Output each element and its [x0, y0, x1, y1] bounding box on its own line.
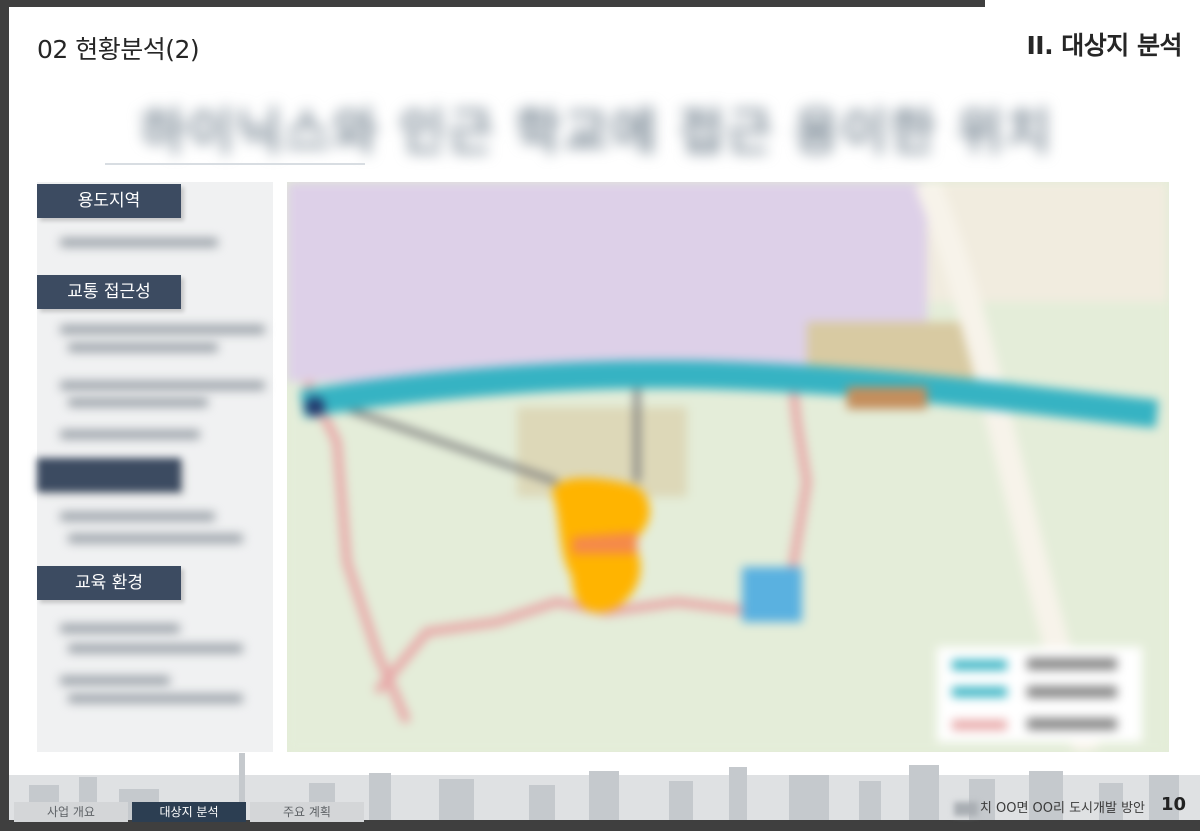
headline-underline [105, 163, 365, 165]
redacted-text [60, 624, 180, 633]
redacted-text [68, 534, 243, 543]
map-graphic [287, 182, 1169, 752]
tab-site-analysis[interactable]: 대상지 분석 [132, 802, 246, 822]
redacted-text [60, 430, 200, 439]
tag-redacted [37, 458, 181, 492]
redacted-text [60, 325, 265, 334]
redacted-text [953, 801, 978, 816]
left-frame-bar [0, 0, 9, 831]
redacted-text [60, 238, 218, 247]
tag-transport-access: 교통 접근성 [37, 275, 181, 309]
location-map [287, 182, 1169, 752]
redacted-text [60, 512, 215, 521]
redacted-text [68, 694, 243, 703]
redacted-text [68, 343, 218, 352]
top-frame-bar [0, 0, 985, 7]
redacted-text [68, 644, 243, 653]
slide-headline: 하이닉스와 인근 학교에 접근 용이한 위치 [140, 103, 1054, 161]
section-title: II. 대상지 분석 [1026, 31, 1182, 60]
page-title: 02 현황분석(2) [37, 35, 200, 64]
tag-education: 교육 환경 [37, 566, 181, 600]
tab-main-plan[interactable]: 주요 계획 [250, 802, 364, 822]
redacted-text [60, 381, 265, 390]
project-label: 치 OO면 OO리 도시개발 방안 [953, 797, 1145, 816]
tag-land-use: 용도지역 [37, 184, 181, 218]
redacted-text [60, 676, 170, 685]
redacted-text [68, 398, 208, 407]
tab-project-overview[interactable]: 사업 개요 [14, 802, 128, 822]
page-number: 10 [1160, 794, 1186, 815]
project-label-text: 치 OO면 OO리 도시개발 방안 [979, 801, 1145, 816]
